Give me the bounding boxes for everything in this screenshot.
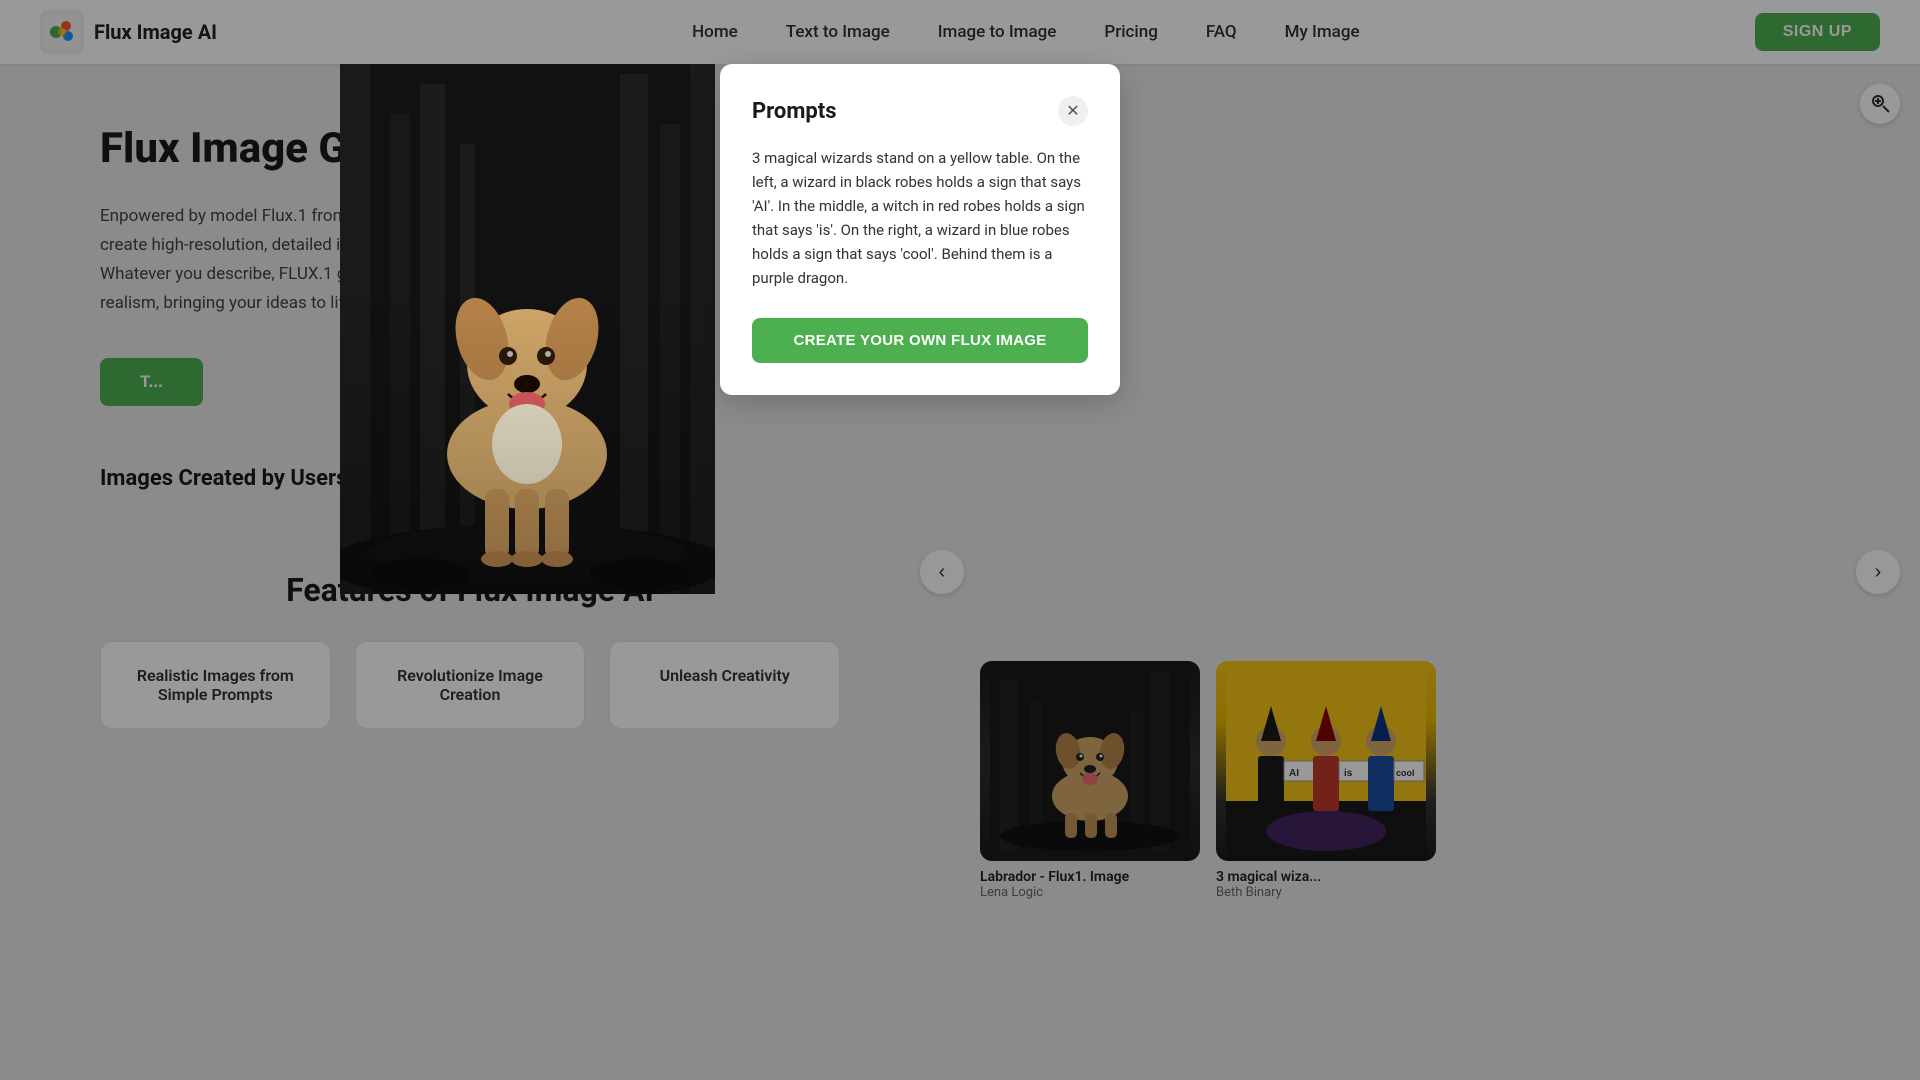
modal-cta-button[interactable]: CREATE YOUR OWN FLUX IMAGE	[752, 318, 1088, 363]
modal-overlay[interactable]: Prompts ✕ 3 magical wizards stand on a y…	[0, 0, 1920, 1080]
modal-bg-image	[340, 64, 715, 594]
close-icon: ✕	[1066, 101, 1079, 121]
modal-header: Prompts ✕	[752, 96, 1088, 126]
modal-body: 3 magical wizards stand on a yellow tabl…	[752, 146, 1088, 290]
modal-title: Prompts	[752, 99, 837, 124]
modal-close-button[interactable]: ✕	[1058, 96, 1088, 126]
modal-dialog: Prompts ✕ 3 magical wizards stand on a y…	[720, 64, 1120, 395]
